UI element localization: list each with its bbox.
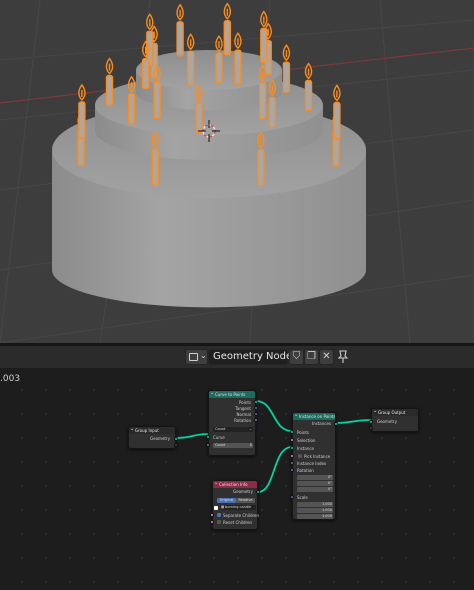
link-collection-to-instance (257, 446, 293, 493)
candle-instance[interactable] (234, 31, 242, 85)
fake-user-button[interactable]: ⛉ (289, 349, 304, 365)
scale-input-socket[interactable] (290, 495, 294, 499)
curve-input-label: Curve (213, 435, 225, 440)
group-output-title: Group Output (372, 409, 418, 416)
link-points-to-instance (255, 400, 293, 432)
candle-instance[interactable] (223, 2, 232, 56)
count-input-socket[interactable] (206, 443, 210, 447)
candle-instance[interactable] (333, 84, 341, 140)
collection-geometry-output-socket[interactable] (256, 490, 260, 494)
mode-dropdown[interactable]: Count ⌄ (213, 427, 253, 432)
chevron-down-icon: ⌄ (249, 427, 252, 431)
candle-instance[interactable] (186, 33, 195, 86)
unlink-datablock-button[interactable]: ✕ (319, 349, 334, 365)
node-tree-icon (189, 353, 198, 361)
curve-to-points-title: Curve to Points (209, 391, 255, 398)
reset-children-label: Reset Children (223, 520, 253, 525)
curve-input-socket[interactable] (206, 435, 210, 439)
points-output-label: Points (238, 400, 251, 405)
separate-children-checkbox[interactable] (217, 513, 221, 517)
tangent-output-label: Tangent (235, 406, 251, 411)
relative-toggle[interactable]: Relative (236, 498, 255, 503)
candle-instance[interactable] (304, 62, 313, 112)
curve-to-points-node[interactable]: Curve to Points Points Tangent Normal Ro… (206, 390, 258, 456)
empty-input-socket[interactable] (369, 426, 373, 430)
shield-icon: ⛉ (292, 351, 301, 362)
geometry-output-socket[interactable] (174, 437, 178, 441)
group-output-node[interactable]: Group Output Geometry (369, 408, 419, 432)
duplicate-icon: ❐ (307, 351, 316, 362)
original-toggle[interactable]: Original (217, 498, 236, 503)
geometry-input-label: Geometry (377, 419, 397, 424)
collection-socket-icon (214, 506, 218, 510)
geometry-output-label: Geometry (150, 436, 170, 441)
instance-index-socket[interactable] (290, 461, 294, 465)
rotation-x-field[interactable]: 0° (297, 475, 333, 480)
pick-instance-checkbox[interactable] (298, 454, 302, 458)
rotation-output-label: Rotation (234, 418, 251, 423)
candle-instance[interactable] (215, 34, 223, 84)
scale-z-field[interactable]: 1.000 (297, 514, 333, 519)
pin-icon[interactable] (337, 349, 349, 365)
count-field[interactable]: Count 8 (213, 443, 253, 448)
empty-output-socket[interactable] (174, 443, 178, 447)
candle-instance[interactable] (260, 10, 268, 64)
node-tree-type-dropdown[interactable]: ⌄ (185, 349, 208, 365)
points-output-socket[interactable] (254, 400, 258, 404)
group-input-title: Group Input (129, 427, 175, 434)
close-icon: ✕ (322, 351, 331, 362)
geometry-output-label: Geometry (233, 489, 253, 494)
scale-x-field[interactable]: 1.000 (297, 502, 333, 507)
separate-children-socket[interactable] (210, 513, 214, 517)
rotation-y-field[interactable]: 0° (297, 481, 333, 486)
instance-input-socket[interactable] (290, 446, 294, 450)
viewport-scene[interactable] (0, 0, 474, 343)
scale-input-label: Scale (297, 495, 308, 500)
collection-info-node[interactable]: Collection Info Geometry Original Relati… (210, 480, 260, 530)
candle-instance[interactable] (176, 3, 184, 57)
rotation-z-field[interactable]: 0° (297, 487, 333, 492)
node-editor-canvas[interactable]: .003 Group Input Geometry Curve to Point… (0, 368, 474, 590)
rotation-input-label: Rotation (297, 468, 314, 473)
group-input-node[interactable]: Group Input Geometry (128, 426, 178, 449)
separate-children-label: Separate Children (223, 513, 260, 518)
normal-output-label: Normal (236, 412, 251, 417)
pick-instance-label: Pick Instance (304, 454, 331, 459)
link-instances-to-output (335, 419, 372, 424)
rotation-output-socket[interactable] (254, 418, 258, 422)
reset-children-socket[interactable] (210, 520, 214, 524)
instance-on-points-node[interactable]: Instance on Points Instances Points Sele… (290, 412, 338, 520)
candle-instance[interactable] (146, 13, 154, 66)
instance-on-points-title: Instance on Points (293, 413, 335, 420)
candle-instance[interactable] (105, 57, 114, 107)
link-input-to-curve (175, 433, 209, 439)
points-input-label: Points (297, 430, 310, 435)
points-input-socket[interactable] (290, 430, 294, 434)
candle-instance[interactable] (282, 44, 291, 93)
instances-output-label: Instances (311, 421, 331, 426)
reset-children-checkbox[interactable] (217, 520, 221, 524)
instances-output-socket[interactable] (334, 422, 338, 426)
selection-input-label: Selection (297, 438, 316, 443)
3d-viewport[interactable] (0, 0, 474, 343)
collection-field[interactable]: ▦ burning candle (220, 505, 256, 510)
normal-output-socket[interactable] (254, 412, 258, 416)
duplicate-datablock-button[interactable]: ❐ (304, 349, 319, 365)
instance-input-label: Instance (297, 446, 315, 451)
collection-icon: ▦ (221, 505, 225, 509)
rotation-input-socket[interactable] (290, 468, 294, 472)
geometry-input-socket[interactable] (369, 420, 373, 424)
tangent-output-socket[interactable] (254, 406, 258, 410)
scale-y-field[interactable]: 1.000 (297, 508, 333, 513)
pick-instance-socket[interactable] (290, 454, 294, 458)
node-editor-header: ⌄ Geometry Nodes.003 ⛉ ❐ ✕ (0, 346, 474, 368)
node-tree-name-field[interactable]: Geometry Nodes.003 (208, 349, 320, 365)
selection-input-socket[interactable] (290, 438, 294, 442)
chevron-down-icon: ⌄ (200, 351, 207, 360)
collection-info-title: Collection Info (213, 481, 257, 488)
instance-index-label: Instance Index (297, 461, 327, 466)
